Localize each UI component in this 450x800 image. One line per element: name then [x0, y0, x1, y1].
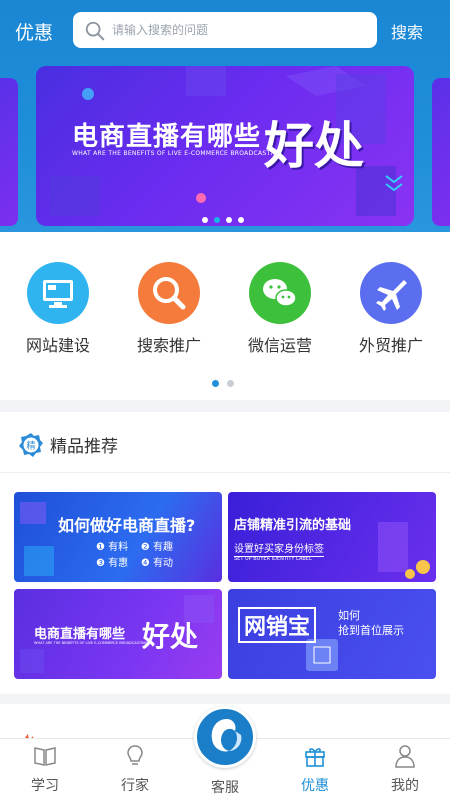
shortcut-search-promo[interactable]: 搜索推广 — [124, 262, 214, 356]
card-side-2: 抢到首位展示 — [338, 624, 404, 637]
tag-1: ❶ 有料 — [96, 542, 129, 553]
book-icon — [34, 747, 56, 766]
banner-next-slide[interactable] — [432, 78, 450, 226]
card-subtitle-en: SET UP BUYER IDENTITY LABEL — [234, 556, 312, 562]
tab-label: 学习 — [31, 778, 59, 794]
user-icon — [395, 745, 415, 768]
picks-section: 精 精品推荐 如何做好电商直播? ❶ 有料 ❷ 有趣 ❸ 有惠 ❹ 有动 店铺精… — [0, 412, 450, 694]
header: 优惠 请输入搜索的问题 搜索 电商直播有哪些 WHAT ARE THE BENE… — [0, 0, 450, 240]
shortcut-wechat[interactable]: 微信运营 — [235, 262, 325, 356]
pagination-dot[interactable] — [227, 380, 234, 387]
card-title: 电商直播有哪些 — [34, 627, 126, 642]
app-page: 优惠 请输入搜索的问题 搜索 电商直播有哪些 WHAT ARE THE BENE… — [0, 0, 450, 800]
top-bar: 优惠 请输入搜索的问题 搜索 — [0, 12, 450, 48]
tag-4: ❹ 有动 — [140, 558, 174, 569]
banner-headline: 电商直播有哪些 — [72, 122, 262, 152]
shortcut-label: 微信运营 — [247, 336, 312, 355]
pagination-dot[interactable] — [212, 380, 219, 387]
section-divider — [0, 472, 450, 473]
pagination-dot[interactable] — [214, 217, 220, 223]
promo-banner[interactable]: 电商直播有哪些 WHAT ARE THE BENEFITS OF LIVE E-… — [36, 66, 414, 226]
card-live-benefits[interactable]: 电商直播有哪些 WHAT ARE THE BENEFITS OF LIVE E-… — [14, 589, 222, 679]
card-subtitle-en: WHAT ARE THE BENEFITS OF LIVE E-COMMERCE… — [34, 641, 148, 645]
badge-icon: 精 — [19, 433, 43, 457]
tag-3: ❸ 有惠 — [96, 558, 129, 569]
page-title: 优惠 — [15, 22, 54, 44]
tab-label: 行家 — [121, 778, 149, 794]
search-input[interactable]: 请输入搜索的问题 — [73, 12, 377, 48]
shortcut-label: 搜索推广 — [136, 336, 201, 355]
tab-label: 我的 — [391, 778, 419, 794]
shortcut-website[interactable]: 网站建设 — [13, 262, 103, 356]
card-title: 店铺精准引流的基础 — [234, 518, 352, 533]
customer-service-icon — [211, 719, 242, 752]
card-store-traffic[interactable]: 店铺精准引流的基础 设置好买家身份标签 SET UP BUYER IDENTIT… — [228, 492, 436, 582]
magnifier-icon — [138, 262, 200, 324]
card-live-commerce[interactable]: 如何做好电商直播? ❶ 有料 ❷ 有趣 ❸ 有惠 ❹ 有动 — [14, 492, 222, 582]
lightbulb-icon — [127, 745, 143, 765]
monitor-icon — [27, 262, 89, 324]
search-placeholder: 请输入搜索的问题 — [112, 23, 209, 37]
tab-profile[interactable]: 我的 — [360, 739, 450, 800]
tab-label: 客服 — [211, 780, 239, 796]
shortcut-label: 外贸推广 — [358, 336, 423, 355]
search-button[interactable]: 搜索 — [391, 19, 423, 43]
badge-text: 精 — [26, 440, 35, 452]
pagination-dot[interactable] — [226, 217, 232, 223]
card-big-text: 好处 — [142, 620, 199, 653]
gift-icon — [305, 748, 325, 767]
customer-service-button[interactable] — [194, 706, 256, 768]
card-title: 如何做好电商直播? — [58, 516, 196, 535]
pagination-dot[interactable] — [238, 217, 244, 223]
tab-study[interactable]: 学习 — [0, 739, 90, 800]
card-side-1: 如何 — [338, 609, 360, 622]
card-decoration — [378, 522, 430, 579]
shortcut-pagination — [212, 372, 242, 391]
tab-experts[interactable]: 行家 — [90, 739, 180, 800]
banner-big-text: 好处 — [264, 117, 364, 175]
card-subtitle: 设置好买家身份标签 — [234, 540, 324, 557]
banner-pagination — [202, 208, 250, 223]
airplane-icon — [360, 262, 422, 324]
shortcut-foreign-trade[interactable]: 外贸推广 — [346, 262, 436, 356]
pagination-dot[interactable] — [202, 217, 208, 223]
tag-2: ❷ 有趣 — [140, 542, 174, 553]
search-icon — [85, 21, 105, 41]
wechat-icon — [249, 262, 311, 324]
shortcut-label: 网站建设 — [25, 336, 90, 355]
banner-prev-slide[interactable] — [0, 78, 18, 226]
section-title: 精品推荐 — [50, 437, 118, 457]
tab-deals[interactable]: 优惠 — [270, 739, 360, 800]
card-tags: ❶ 有料 ❷ 有趣 ❸ 有惠 ❹ 有动 — [96, 540, 173, 572]
banner-subline: WHAT ARE THE BENEFITS OF LIVE E-COMMERCE… — [72, 150, 283, 157]
shortcut-grid: 网站建设 搜索推广 微信运营 外贸推广 — [0, 232, 450, 400]
card-wangxiaobao[interactable]: 网销宝 如何 抢到首位展示 — [228, 589, 436, 679]
tab-label: 优惠 — [301, 778, 329, 794]
card-title: 网销宝 — [238, 607, 317, 643]
